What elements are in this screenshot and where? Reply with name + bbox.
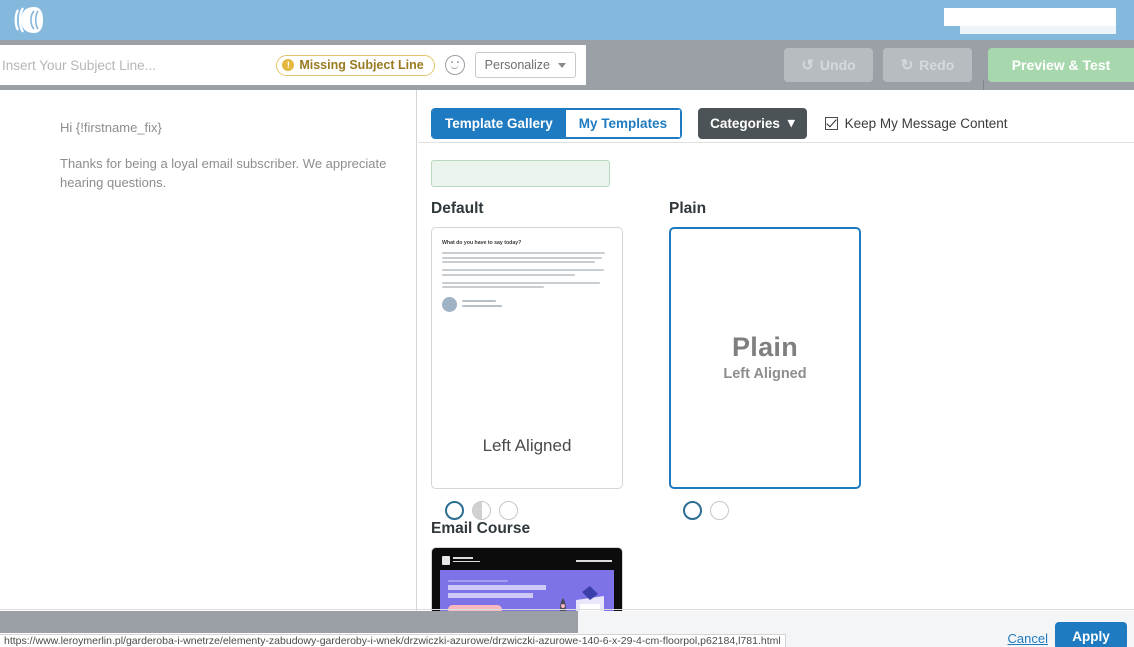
constant-contact-logo-icon[interactable] (12, 4, 46, 36)
tab-template-gallery[interactable]: Template Gallery (432, 108, 566, 138)
warning-icon: ! (282, 59, 295, 71)
thumb-paragraph (442, 281, 612, 289)
thumb-heading: What do you have to say today? (442, 240, 522, 246)
redo-button[interactable]: ↻ Redo (883, 48, 972, 82)
thumb-signature (442, 297, 612, 313)
smiley-icon[interactable] (444, 55, 465, 75)
keep-my-message-content-checkbox[interactable]: Keep My Message Content (824, 115, 1008, 131)
color-swatches-plain (669, 501, 907, 520)
categories-label: Categories (710, 115, 780, 131)
undo-label: Undo (819, 57, 856, 73)
email-template-gallery-screen: ! Missing Subject Line Personalize ↺ Und… (0, 0, 1134, 647)
color-swatch[interactable] (499, 501, 518, 520)
template-thumbnail-plain[interactable]: Plain Left Aligned (669, 227, 861, 489)
template-name: Default (431, 200, 484, 217)
categories-dropdown[interactable]: Categories ▾ (698, 107, 807, 139)
template-thumbnail-default[interactable]: What do you have to say today? Left Alig… (431, 227, 623, 489)
missing-subject-badge: ! Missing Subject Line (276, 54, 435, 76)
chevron-down-icon (558, 62, 566, 68)
thumb-footer-text: Left Aligned (482, 436, 572, 455)
template-gallery-pane: Template Gallery My Templates Categories… (418, 90, 1134, 611)
cancel-button[interactable]: Cancel (1008, 631, 1048, 646)
preview-body-text: Thanks for being a loyal email subscribe… (60, 155, 387, 190)
thumb-paragraph (442, 252, 612, 264)
template-search-input[interactable] (431, 160, 610, 187)
gallery-toolbar: Template Gallery My Templates Categories… (418, 90, 1134, 142)
thumb-big-text: Plain (731, 332, 799, 362)
keep-content-label: Keep My Message Content (844, 115, 1008, 131)
footer-grey-area (0, 611, 578, 633)
template-name: Email Course (431, 520, 531, 537)
template-grid: Default What do you have to say today? L… (418, 187, 1134, 611)
missing-subject-label: Missing Subject Line (299, 58, 424, 72)
color-swatch[interactable] (472, 501, 491, 520)
preview-and-test-button[interactable]: Preview & Test (988, 48, 1134, 82)
avatar (442, 297, 457, 313)
template-thumbnail-email-course[interactable] (431, 547, 623, 611)
undo-redo-group: ↺ Undo ↻ Redo (784, 48, 972, 82)
color-swatch[interactable] (710, 501, 729, 520)
short-description-placeholder (576, 559, 612, 562)
preview-greeting: Hi {!firstname_fix} (60, 120, 162, 135)
rocket-laptop-illustration-icon (560, 586, 604, 611)
personalize-dropdown[interactable]: Personalize (474, 52, 576, 78)
apply-button[interactable]: Apply (1055, 622, 1127, 647)
gallery-tabs: Template Gallery My Templates (431, 107, 683, 139)
checkbox-checked-icon (824, 116, 838, 130)
redo-label: Redo (919, 57, 955, 73)
redo-arrow-icon: ↻ (900, 57, 914, 74)
subject-line-container: ! Missing Subject Line Personalize (0, 45, 586, 85)
template-card-default[interactable]: Default What do you have to say today? L… (431, 200, 669, 520)
apply-label: Apply (1072, 628, 1110, 644)
template-card-plain[interactable]: Plain Plain Left Aligned (669, 200, 907, 520)
subject-input[interactable] (0, 46, 277, 84)
header-blank-field-secondary (960, 26, 1116, 34)
app-header (0, 0, 1134, 40)
thumb-paragraph (442, 269, 612, 276)
thumb-hero (440, 570, 614, 611)
chevron-down-icon: ▾ (787, 115, 795, 130)
dialog-footer: Cancel Apply https://www.leroymerlin.pl/… (0, 611, 1134, 647)
template-card-email-course[interactable]: Email Course (431, 520, 669, 611)
tab-my-templates-label: My Templates (578, 115, 668, 131)
personalize-label: Personalize (484, 58, 550, 72)
undo-arrow-icon: ↺ (801, 57, 814, 74)
tab-template-gallery-label: Template Gallery (445, 115, 553, 131)
header-blank-field[interactable] (944, 8, 1116, 26)
email-preview-pane: Hi {!firstname_fix} Thanks for being a l… (0, 90, 417, 611)
thumb-sub-text: Left Aligned (723, 366, 807, 382)
color-swatch[interactable] (683, 501, 702, 520)
undo-button[interactable]: ↺ Undo (784, 48, 873, 82)
template-name: Plain (669, 200, 707, 217)
browser-status-url: https://www.leroymerlin.pl/garderoba-i-w… (0, 634, 786, 647)
pane-bottom-edge (0, 609, 1134, 610)
thumb-header (440, 553, 614, 570)
toolbar-separator (418, 142, 1134, 143)
subject-toolbar: ! Missing Subject Line Personalize ↺ Und… (0, 40, 1134, 130)
preview-label: Preview & Test (1011, 57, 1111, 73)
tab-my-templates[interactable]: My Templates (565, 108, 682, 138)
color-swatch[interactable] (445, 501, 464, 520)
logo-placeholder-icon (442, 556, 480, 565)
color-swatches-default (431, 501, 669, 520)
